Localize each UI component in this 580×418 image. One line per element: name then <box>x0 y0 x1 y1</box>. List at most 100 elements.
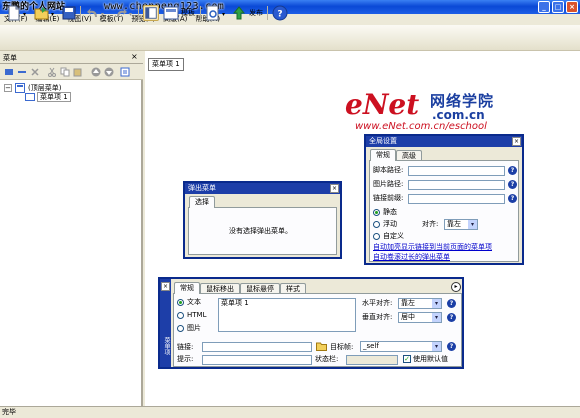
undo-icon[interactable] <box>85 5 101 21</box>
help-icon[interactable]: ? <box>447 299 456 308</box>
template-label[interactable]: 模板 <box>181 8 195 18</box>
move-down-icon[interactable] <box>104 67 114 77</box>
preview-icon[interactable] <box>205 5 221 21</box>
link-label: 链接: <box>177 343 194 351</box>
tab-select[interactable]: 选择 <box>189 196 215 208</box>
link-input[interactable] <box>202 342 312 352</box>
align-select[interactable]: 靠左 ▾ <box>444 219 478 230</box>
close-button[interactable]: × <box>566 1 578 13</box>
link-prefix-input[interactable] <box>408 194 505 204</box>
chevron-down-icon[interactable]: ▾ <box>101 11 104 18</box>
radio-static[interactable] <box>373 209 380 216</box>
halign-label: 水平对齐: <box>362 299 393 307</box>
halign-select[interactable]: 靠左 ▾ <box>398 298 442 309</box>
status-input[interactable] <box>346 355 398 365</box>
publish-label[interactable]: 发布 <box>249 8 263 18</box>
default-checkbox[interactable]: ✓ <box>403 355 411 363</box>
status-label: 状态栏: <box>315 355 339 363</box>
add-item-icon[interactable] <box>4 67 14 77</box>
close-icon[interactable]: × <box>161 282 170 291</box>
target-value: _self <box>363 342 379 350</box>
script-path-label: 脚本路径: <box>373 166 404 174</box>
new-file-icon[interactable] <box>6 5 22 21</box>
chevron-down-icon[interactable]: ▾ <box>468 220 477 229</box>
panel-header: 菜单 × <box>0 51 143 64</box>
publish-icon[interactable] <box>231 5 247 21</box>
enet-logo-domain: .com.cn <box>432 108 485 122</box>
status-bar: 完毕 <box>0 406 580 418</box>
chevron-down-icon[interactable]: ▾ <box>129 11 132 18</box>
canvas-menu-item[interactable]: 菜单项 1 <box>148 58 184 71</box>
radio-image-label: 图片 <box>187 324 201 332</box>
tip-input[interactable] <box>202 355 312 365</box>
open-folder-icon[interactable] <box>34 5 50 21</box>
chevron-down-icon[interactable]: ▾ <box>51 11 54 18</box>
valign-value: 居中 <box>401 313 415 321</box>
minimize-button[interactable]: _ <box>538 1 550 13</box>
item-text-value: 菜单项 1 <box>221 299 249 307</box>
cut-icon[interactable] <box>47 67 57 77</box>
tree-child-item[interactable]: 菜单项 1 <box>37 92 71 102</box>
radio-text[interactable] <box>177 299 184 306</box>
save-icon[interactable] <box>61 5 77 21</box>
auto-highlight-link[interactable]: 自动加亮显示链接到当前页面的菜单项 <box>373 243 492 252</box>
browse-folder-icon[interactable] <box>316 341 327 351</box>
close-icon[interactable]: × <box>330 184 339 193</box>
help-icon[interactable]: ? <box>447 342 456 351</box>
radio-image[interactable] <box>177 325 184 332</box>
move-up-icon[interactable] <box>91 67 101 77</box>
panel-toolbar <box>0 64 143 80</box>
radio-custom[interactable] <box>373 233 380 240</box>
tab-general[interactable]: 常规 <box>174 282 200 294</box>
paste-icon[interactable] <box>73 67 83 77</box>
dialog-title: 全局设置 <box>366 136 522 147</box>
radio-html-label: HTML <box>187 311 207 319</box>
chevron-down-icon[interactable]: ▾ <box>432 313 441 322</box>
copy-icon[interactable] <box>60 67 70 77</box>
target-select[interactable]: _self ▾ <box>360 341 442 352</box>
valign-select[interactable]: 居中 ▾ <box>398 312 442 323</box>
default-checkbox-label: 使用默认值 <box>413 355 448 363</box>
chevron-down-icon[interactable]: ▾ <box>23 11 26 18</box>
auto-scroll-link[interactable]: 自动卷滚过长的弹出菜单 <box>373 253 450 262</box>
tab-general[interactable]: 常规 <box>370 149 396 161</box>
radio-float[interactable] <box>373 221 380 228</box>
chevron-right-icon[interactable]: ▸ <box>451 282 461 292</box>
help-icon[interactable]: ? <box>508 194 517 203</box>
align-label: 对齐: <box>422 220 439 228</box>
radio-text-label: 文本 <box>187 298 201 306</box>
align-value: 靠左 <box>447 220 461 228</box>
delete-icon[interactable] <box>30 67 40 77</box>
help-icon[interactable]: ? <box>508 166 517 175</box>
close-icon[interactable]: × <box>512 137 521 146</box>
help-icon[interactable]: ? <box>508 180 517 189</box>
target-label: 目标帧: <box>330 343 354 351</box>
dialog-side-title: 菜单项 <box>163 337 170 355</box>
popup-menu-dialog: 弹出菜单 × 选择 没有选择弹出菜单。 <box>183 181 342 259</box>
panel-close-icon[interactable]: × <box>131 52 138 61</box>
help-icon[interactable]: ? <box>272 5 288 21</box>
maximize-button[interactable]: □ <box>552 1 564 13</box>
properties-icon[interactable] <box>120 67 130 77</box>
help-icon[interactable]: ? <box>447 313 456 322</box>
image-path-input[interactable] <box>408 180 505 190</box>
template-icon[interactable] <box>163 5 179 21</box>
valign-label: 垂直对齐: <box>362 313 393 321</box>
radio-static-label: 静态 <box>383 208 397 216</box>
chevron-down-icon[interactable]: ▾ <box>432 342 441 351</box>
status-text: 完毕 <box>2 408 16 416</box>
add-separator-icon[interactable] <box>17 67 27 77</box>
tree-collapse-icon[interactable]: − <box>4 84 12 92</box>
item-text-area[interactable]: 菜单项 1 <box>218 298 356 332</box>
link-prefix-label: 链接前缀: <box>373 194 404 202</box>
layout-view-icon[interactable] <box>143 5 159 21</box>
radio-html[interactable] <box>177 312 184 319</box>
svg-text:?: ? <box>277 10 282 20</box>
script-path-input[interactable] <box>408 166 505 176</box>
dialog-title: 弹出菜单 <box>185 183 340 194</box>
chevron-down-icon[interactable]: ▾ <box>222 11 225 18</box>
toolbar <box>0 25 580 51</box>
chevron-down-icon[interactable]: ▾ <box>432 299 441 308</box>
menu-tree-panel <box>0 51 143 406</box>
redo-icon[interactable] <box>113 5 129 21</box>
